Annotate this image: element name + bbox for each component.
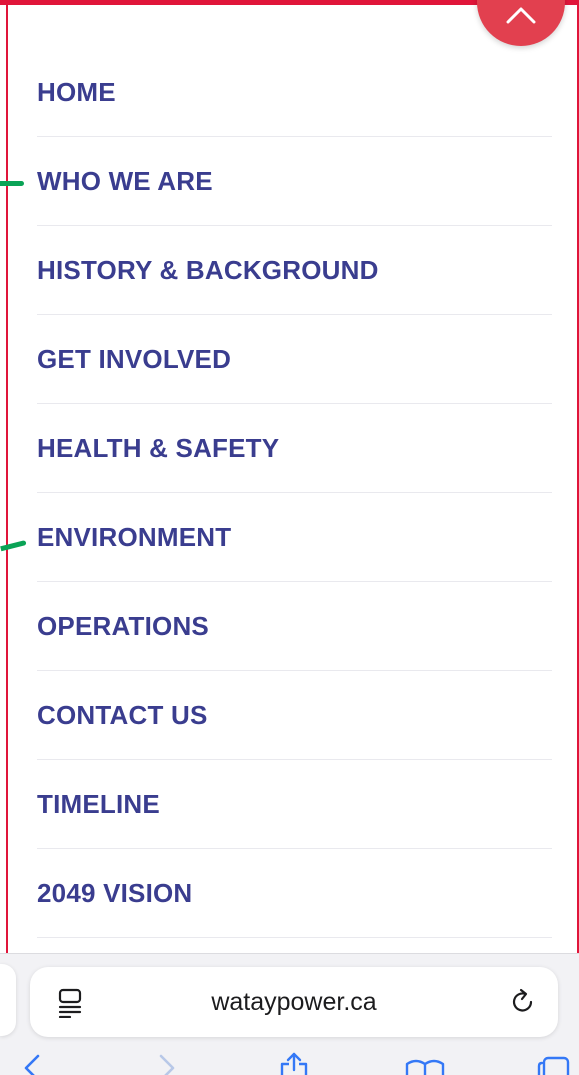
address-bar[interactable]: wataypower.ca	[30, 967, 558, 1037]
tabs-icon[interactable]	[536, 1056, 572, 1075]
menu-item-label: HEALTH & SAFETY	[37, 432, 280, 463]
menu-item-history-background[interactable]: HISTORY & BACKGROUND	[37, 226, 552, 315]
menu-item-home[interactable]: HOME	[37, 48, 552, 137]
menu-item-label: HOME	[37, 76, 116, 107]
menu-item-label: HISTORY & BACKGROUND	[37, 254, 379, 285]
menu-item-get-involved[interactable]: GET INVOLVED	[37, 315, 552, 404]
green-accent-mark	[0, 540, 27, 552]
chevron-right-icon[interactable]	[155, 1054, 179, 1075]
menu-item-label: ENVIRONMENT	[37, 521, 232, 552]
menu-item-health-safety[interactable]: HEALTH & SAFETY	[37, 404, 552, 493]
menu-item-label: 2049 VISION	[37, 877, 193, 908]
reload-icon[interactable]	[508, 987, 538, 1017]
menu-item-who-we-are[interactable]: WHO WE ARE	[37, 137, 552, 226]
menu-item-2049-vision[interactable]: 2049 VISION	[37, 849, 552, 938]
nav-menu: HOME WHO WE ARE HISTORY & BACKGROUND GET…	[37, 48, 552, 938]
menu-item-label: OPERATIONS	[37, 610, 209, 641]
menu-item-timeline[interactable]: TIMELINE	[37, 760, 552, 849]
menu-item-label: CONTACT US	[37, 699, 208, 730]
menu-item-label: GET INVOLVED	[37, 343, 232, 374]
url-text: wataypower.ca	[211, 987, 377, 1016]
book-icon[interactable]	[405, 1058, 445, 1075]
chevron-up-icon	[506, 7, 536, 24]
reader-mode-icon[interactable]	[56, 988, 84, 1018]
menu-item-label: WHO WE ARE	[37, 165, 213, 196]
chevron-left-icon[interactable]	[20, 1054, 44, 1075]
menu-item-operations[interactable]: OPERATIONS	[37, 582, 552, 671]
frame-left-border	[6, 0, 8, 1075]
close-menu-button[interactable]	[477, 0, 565, 46]
share-icon[interactable]	[278, 1050, 310, 1075]
menu-item-environment[interactable]: ENVIRONMENT	[37, 493, 552, 582]
menu-item-label: TIMELINE	[37, 788, 160, 819]
mobile-nav-page: HOME WHO WE ARE HISTORY & BACKGROUND GET…	[0, 0, 579, 1075]
browser-bottom-bar: wataypower.ca	[0, 953, 579, 1075]
menu-item-contact-us[interactable]: CONTACT US	[37, 671, 552, 760]
previous-tab-card[interactable]	[0, 964, 16, 1036]
green-accent-mark	[0, 181, 24, 186]
